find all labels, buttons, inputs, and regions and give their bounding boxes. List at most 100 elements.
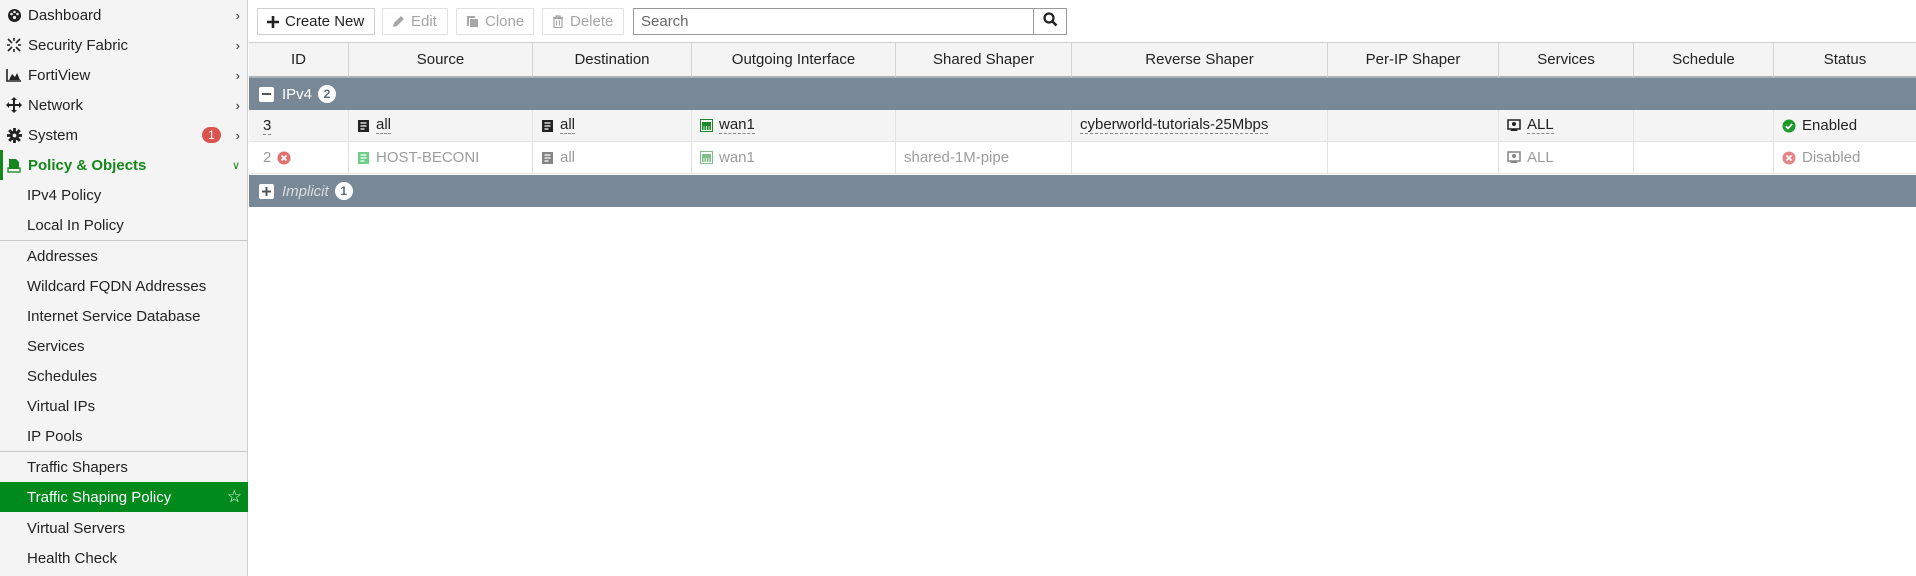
column-header-reverse-shaper[interactable]: Reverse Shaper [1072,42,1328,78]
services-value[interactable]: ALL [1527,117,1554,134]
cell-reverse-shaper: cyberworld-tutorials-25Mbps [1072,110,1328,141]
column-header-outgoing-interface[interactable]: Outgoing Interface [692,42,896,78]
pencil-icon [392,15,405,28]
address-icon [357,119,370,133]
sidebar-item-system[interactable]: System 1 › [0,120,248,150]
group-header-ipv4[interactable]: IPv4 2 [249,78,1916,110]
collapse-icon[interactable] [259,86,274,102]
cell-outgoing-interface: wan1 [692,142,896,173]
sidebar-item-fortiview[interactable]: FortiView › [0,60,248,90]
cell-shared-shaper: shared-1M-pipe [896,142,1072,173]
services-value[interactable]: ALL [1527,149,1554,166]
cell-services: ALL [1499,142,1634,173]
sidebar-item-dashboard[interactable]: Dashboard › [0,0,248,30]
app-window: Dashboard › Security Fabric › FortiView … [0,0,1916,576]
cell-status: Enabled [1774,110,1916,141]
column-header-status[interactable]: Status [1774,42,1916,78]
cell-id: 2 [249,142,349,173]
cell-source: HOST-BECONI [349,142,533,173]
plus-icon [267,15,279,28]
sidebar-item-label: FortiView [28,66,91,84]
source-value[interactable]: HOST-BECONI [376,149,479,166]
search-button[interactable] [1033,8,1067,35]
status-value: Disabled [1802,149,1861,166]
group-count-badge: 1 [334,182,353,200]
search-input[interactable] [633,8,1034,35]
sidebar-item-internet-service-database[interactable]: Internet Service Database [0,301,248,331]
table-row[interactable]: 3 all all wan1 cyberworld-tutorials-25Mb… [249,110,1916,142]
create-new-button[interactable]: Create New [257,8,375,35]
column-header-shared-shaper[interactable]: Shared Shaper [896,42,1072,78]
column-header-per-ip-shaper[interactable]: Per-IP Shaper [1328,42,1499,78]
cell-source: all [349,110,533,141]
reverse-shaper-value[interactable]: cyberworld-tutorials-25Mbps [1080,117,1269,134]
sidebar-item-local-in-policy[interactable]: Local In Policy [0,210,248,240]
sidebar-item-ip-pools[interactable]: IP Pools [0,421,248,451]
edit-button[interactable]: Edit [382,8,448,35]
sidebar-item-schedules[interactable]: Schedules [0,361,248,391]
gear-icon [6,127,22,143]
sidebar-item-wildcard-fqdn[interactable]: Wildcard FQDN Addresses [0,271,248,301]
cell-status: Disabled [1774,142,1916,173]
sidebar-item-traffic-shaping-policy[interactable]: Traffic Shaping Policy ☆ [0,482,248,512]
edit-label: Edit [411,13,437,30]
source-value[interactable]: all [376,117,392,134]
group-label: IPv4 [282,85,313,103]
group-count-badge: 2 [318,85,337,103]
sidebar-item-label: Dashboard [28,6,102,24]
sidebar-item-health-check[interactable]: Health Check [0,543,248,573]
cell-id: 3 [249,110,349,141]
sidebar-item-services[interactable]: Services [0,331,248,361]
column-header-schedule[interactable]: Schedule [1634,42,1774,78]
sidebar-item-virtual-servers[interactable]: Virtual Servers [0,513,248,543]
network-icon [6,97,22,113]
policy-id: 2 [263,149,272,166]
sidebar-item-network[interactable]: Network › [0,90,248,120]
cell-destination: all [533,110,692,141]
expand-icon[interactable] [259,183,274,199]
notification-badge: 1 [202,127,221,143]
sidebar: Dashboard › Security Fabric › FortiView … [0,0,248,576]
policy-icon [6,157,22,173]
table-row[interactable]: 2 HOST-BECONI all wan1 shared-1M-pipe AL… [249,142,1916,174]
star-icon[interactable]: ☆ [227,487,242,507]
column-header-destination[interactable]: Destination [533,42,692,78]
sidebar-item-label: System [28,126,79,144]
search-icon [1042,12,1058,31]
cell-reverse-shaper [1072,142,1328,173]
column-header-source[interactable]: Source [349,42,533,78]
interface-value[interactable]: wan1 [719,117,755,134]
cell-outgoing-interface: wan1 [692,110,896,141]
cell-services: ALL [1499,110,1634,141]
create-new-label: Create New [285,13,365,30]
chevron-right-icon: › [235,97,240,113]
address-icon [541,151,554,165]
clone-label: Clone [485,13,525,30]
cell-per-ip-shaper [1328,142,1499,173]
cell-per-ip-shaper [1328,110,1499,141]
interface-value[interactable]: wan1 [719,149,755,166]
column-header-services[interactable]: Services [1499,42,1634,78]
chevron-right-icon: › [235,7,240,23]
column-header-id[interactable]: ID [249,42,349,78]
cell-shared-shaper [896,110,1072,141]
trash-icon [552,15,564,28]
sidebar-item-label: Security Fabric [28,36,129,54]
group-label: Implicit [282,182,329,200]
sidebar-item-traffic-shapers[interactable]: Traffic Shapers [0,452,248,482]
clone-button[interactable]: Clone [456,8,534,35]
sidebar-item-label: Traffic Shaping Policy [27,488,172,506]
destination-value[interactable]: all [560,117,576,134]
group-header-implicit[interactable]: Implicit 1 [249,175,1916,207]
sidebar-item-virtual-ips[interactable]: Virtual IPs [0,391,248,421]
clone-icon [466,15,479,28]
delete-button[interactable]: Delete [542,8,624,35]
sidebar-item-addresses[interactable]: Addresses [0,241,248,271]
destination-value[interactable]: all [560,149,575,166]
dashboard-icon [6,7,22,23]
sidebar-item-security-fabric[interactable]: Security Fabric › [0,30,248,60]
sidebar-item-ipv4-policy[interactable]: IPv4 Policy [0,180,248,210]
shared-shaper-value[interactable]: shared-1M-pipe [904,149,1009,166]
sidebar-item-policy-objects[interactable]: Policy & Objects ∨ [0,150,248,180]
check-circle-icon [1782,119,1796,133]
